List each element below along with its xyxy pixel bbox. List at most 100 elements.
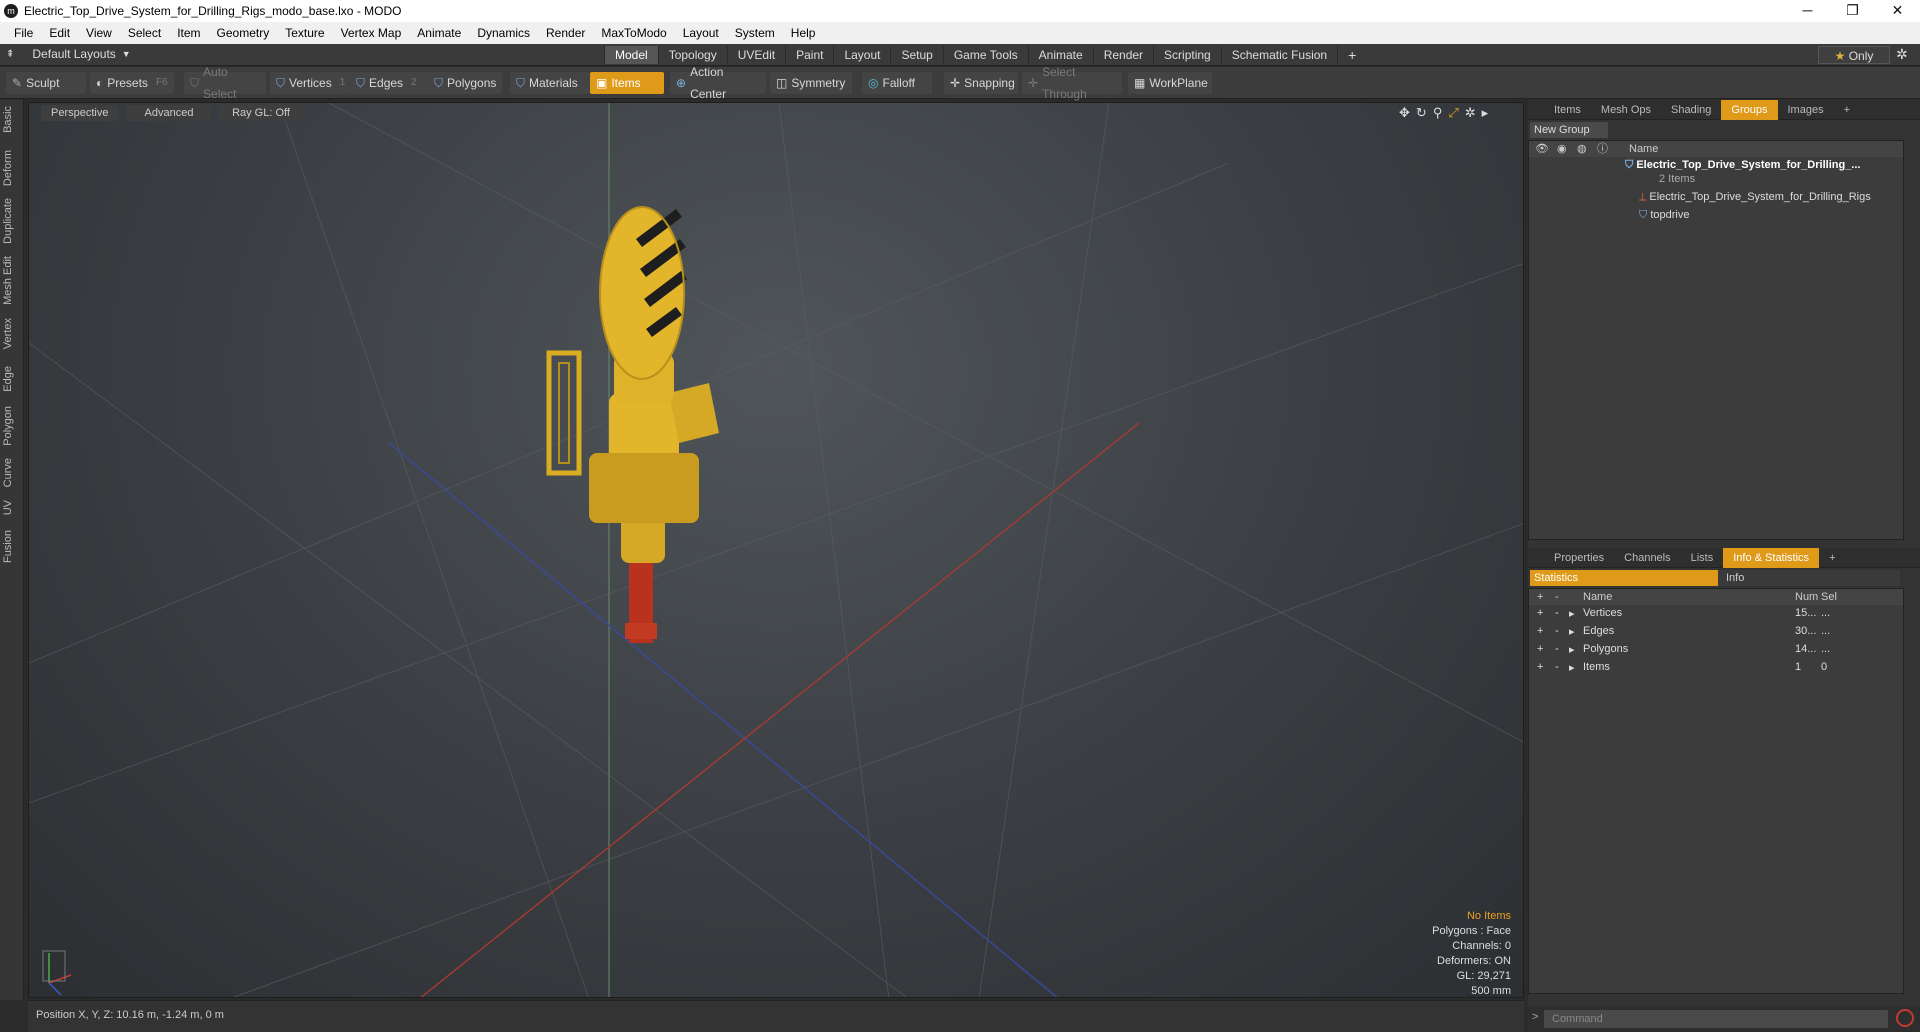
tab-lists[interactable]: Lists xyxy=(1681,548,1724,568)
tab-shading[interactable]: Shading xyxy=(1661,100,1721,120)
menu-help[interactable]: Help xyxy=(783,26,824,40)
expand-all-icon[interactable]: + xyxy=(1537,589,1543,605)
select-through-button[interactable]: ✛ Select Through xyxy=(1022,65,1122,101)
deformers-label: Deformers: ON xyxy=(1437,955,1511,967)
menu-file[interactable]: File xyxy=(6,26,41,40)
group-child-topdrive[interactable]: ⛉ topdrive xyxy=(1639,209,1689,222)
add-tab-button[interactable]: + xyxy=(1337,46,1366,64)
tab-vertex[interactable]: Vertex xyxy=(2,318,14,349)
snapping-button[interactable]: ✛ Snapping xyxy=(944,72,1018,94)
group-child-mesh-name: Electric_Top_Drive_System_for_Drilling_R… xyxy=(1649,191,1871,203)
minimize-button[interactable]: ─ xyxy=(1785,0,1830,22)
menu-item[interactable]: Item xyxy=(169,26,208,40)
3d-viewport[interactable]: Perspective Advanced Ray GL: Off ✥ ↻ ⚲ ⤢… xyxy=(28,102,1524,998)
tab-edge[interactable]: Edge xyxy=(2,366,14,392)
pan-icon[interactable]: ✥ xyxy=(1399,105,1410,121)
tab-duplicate[interactable]: Duplicate xyxy=(2,198,14,244)
layouts-dropdown[interactable]: ⇞ Default Layouts ▼ xyxy=(6,47,131,61)
symmetry-button[interactable]: ◫ Symmetry xyxy=(770,72,852,94)
vertices-button[interactable]: ⛉ Vertices 1 xyxy=(270,72,350,94)
tab-deform[interactable]: Deform xyxy=(2,150,14,186)
add-info-tab-icon[interactable]: + xyxy=(1819,548,1845,568)
gear-icon[interactable]: ✲ xyxy=(1896,46,1908,63)
materials-button[interactable]: ⛉ Materials xyxy=(510,72,590,94)
menu-system[interactable]: System xyxy=(727,26,783,40)
expand-icon[interactable]: ▸ xyxy=(1482,105,1489,121)
menu-maxtomodo[interactable]: MaxToModo xyxy=(593,26,674,40)
action-center-button[interactable]: ⊕ Action Center xyxy=(670,65,766,101)
tab-curve[interactable]: Curve xyxy=(2,458,14,487)
falloff-button[interactable]: ◎ Falloff xyxy=(862,72,932,94)
tab-uv[interactable]: UV xyxy=(2,500,14,515)
edges-button[interactable]: ⛉ Edges 2 xyxy=(350,72,430,94)
polygons-button[interactable]: ⛉ Polygons xyxy=(428,72,502,94)
polygons-mode-label: Polygons : Face xyxy=(1432,925,1511,937)
tab-groups[interactable]: Groups xyxy=(1721,99,1778,120)
viewport-scene xyxy=(29,103,1523,997)
rotate-icon[interactable]: ↻ xyxy=(1416,105,1427,121)
groups-header: 👁 ◉ ◍ ⓘ Name xyxy=(1529,141,1903,157)
group-root-item[interactable]: ⛉ Electric_Top_Drive_System_for_Drilling… xyxy=(1625,159,1860,172)
tab-images[interactable]: Images xyxy=(1778,100,1834,120)
menu-layout[interactable]: Layout xyxy=(675,26,727,40)
menu-edit[interactable]: Edit xyxy=(41,26,78,40)
edges-shortcut: 2 xyxy=(411,77,417,88)
tab-game-tools[interactable]: Game Tools xyxy=(942,46,1028,64)
collapse-all-icon[interactable]: - xyxy=(1555,589,1559,605)
items-button[interactable]: ▣ Items xyxy=(590,72,664,94)
group-child-mesh[interactable]: ⟂ Electric_Top_Drive_System_for_Drilling… xyxy=(1639,191,1871,204)
tab-setup[interactable]: Setup xyxy=(890,46,942,64)
table-row[interactable]: + - ▸ Polygons 14... ... xyxy=(1529,643,1903,659)
close-button[interactable]: ✕ xyxy=(1875,0,1920,22)
auto-select-button[interactable]: ⛉ Auto Select xyxy=(184,65,266,101)
stat-num-header: Num xyxy=(1795,591,1819,603)
workplane-label: WorkPlane xyxy=(1149,76,1208,90)
menu-select[interactable]: Select xyxy=(120,26,169,40)
tab-items[interactable]: Items xyxy=(1544,100,1591,120)
main-toolbar: ✎ Sculpt ◐ Presets F6 ⛉ Auto Select ⛉ Vertice… xyxy=(0,65,1920,101)
command-input[interactable]: Command xyxy=(1544,1010,1888,1028)
tab-fusion[interactable]: Fusion xyxy=(2,530,14,563)
zoom-icon[interactable]: ⚲ xyxy=(1433,105,1443,121)
tab-schematic-fusion[interactable]: Schematic Fusion xyxy=(1220,46,1337,64)
perspective-button[interactable]: Perspective xyxy=(41,105,119,121)
menu-texture[interactable]: Texture xyxy=(277,26,332,40)
settings-icon[interactable]: ✲ xyxy=(1465,105,1476,121)
menu-vertex-map[interactable]: Vertex Map xyxy=(333,26,410,40)
tab-basic[interactable]: Basic xyxy=(2,106,14,133)
table-row[interactable]: + - ▸ Vertices 15... ... xyxy=(1529,607,1903,623)
advanced-button[interactable]: Advanced xyxy=(127,105,211,121)
items-label: Items xyxy=(611,76,641,90)
locator-icon: ⟂ xyxy=(1639,191,1647,203)
tab-polygon[interactable]: Polygon xyxy=(2,406,14,446)
subtab-info[interactable]: Info xyxy=(1718,570,1900,586)
menu-render[interactable]: Render xyxy=(538,26,593,40)
tab-model[interactable]: Model xyxy=(604,46,658,64)
table-row[interactable]: + - ▸ Items 1 0 xyxy=(1529,661,1903,677)
tab-layout[interactable]: Layout xyxy=(833,46,890,64)
maximize-button[interactable]: ❐ xyxy=(1830,0,1875,22)
tab-mesh-edit[interactable]: Mesh Edit xyxy=(2,256,14,305)
tab-info-statistics[interactable]: Info & Statistics xyxy=(1723,547,1820,568)
tab-paint[interactable]: Paint xyxy=(785,46,833,64)
fit-icon[interactable]: ⤢ xyxy=(1448,105,1458,121)
record-icon[interactable] xyxy=(1896,1009,1914,1027)
presets-button[interactable]: ◐ Presets F6 xyxy=(90,72,174,94)
tab-scripting[interactable]: Scripting xyxy=(1153,46,1221,64)
menu-geometry[interactable]: Geometry xyxy=(209,26,278,40)
menu-dynamics[interactable]: Dynamics xyxy=(469,26,538,40)
raygl-button[interactable]: Ray GL: Off xyxy=(219,105,303,121)
table-row[interactable]: + - ▸ Edges 30... ... xyxy=(1529,625,1903,641)
subtab-statistics[interactable]: Statistics xyxy=(1530,570,1718,586)
workplane-button[interactable]: ▦ WorkPlane xyxy=(1128,72,1212,94)
add-tab-icon[interactable]: + xyxy=(1834,100,1860,120)
only-button[interactable]: ★ Only xyxy=(1818,46,1890,64)
falloff-icon: ◎ xyxy=(868,76,879,90)
tab-properties[interactable]: Properties xyxy=(1544,548,1614,568)
sculpt-button[interactable]: ✎ Sculpt xyxy=(6,72,86,94)
tab-mesh-ops[interactable]: Mesh Ops xyxy=(1591,100,1661,120)
menu-view[interactable]: View xyxy=(78,26,120,40)
new-group-button[interactable]: New Group xyxy=(1530,122,1608,138)
tab-channels[interactable]: Channels xyxy=(1614,548,1680,568)
menu-animate[interactable]: Animate xyxy=(409,26,469,40)
